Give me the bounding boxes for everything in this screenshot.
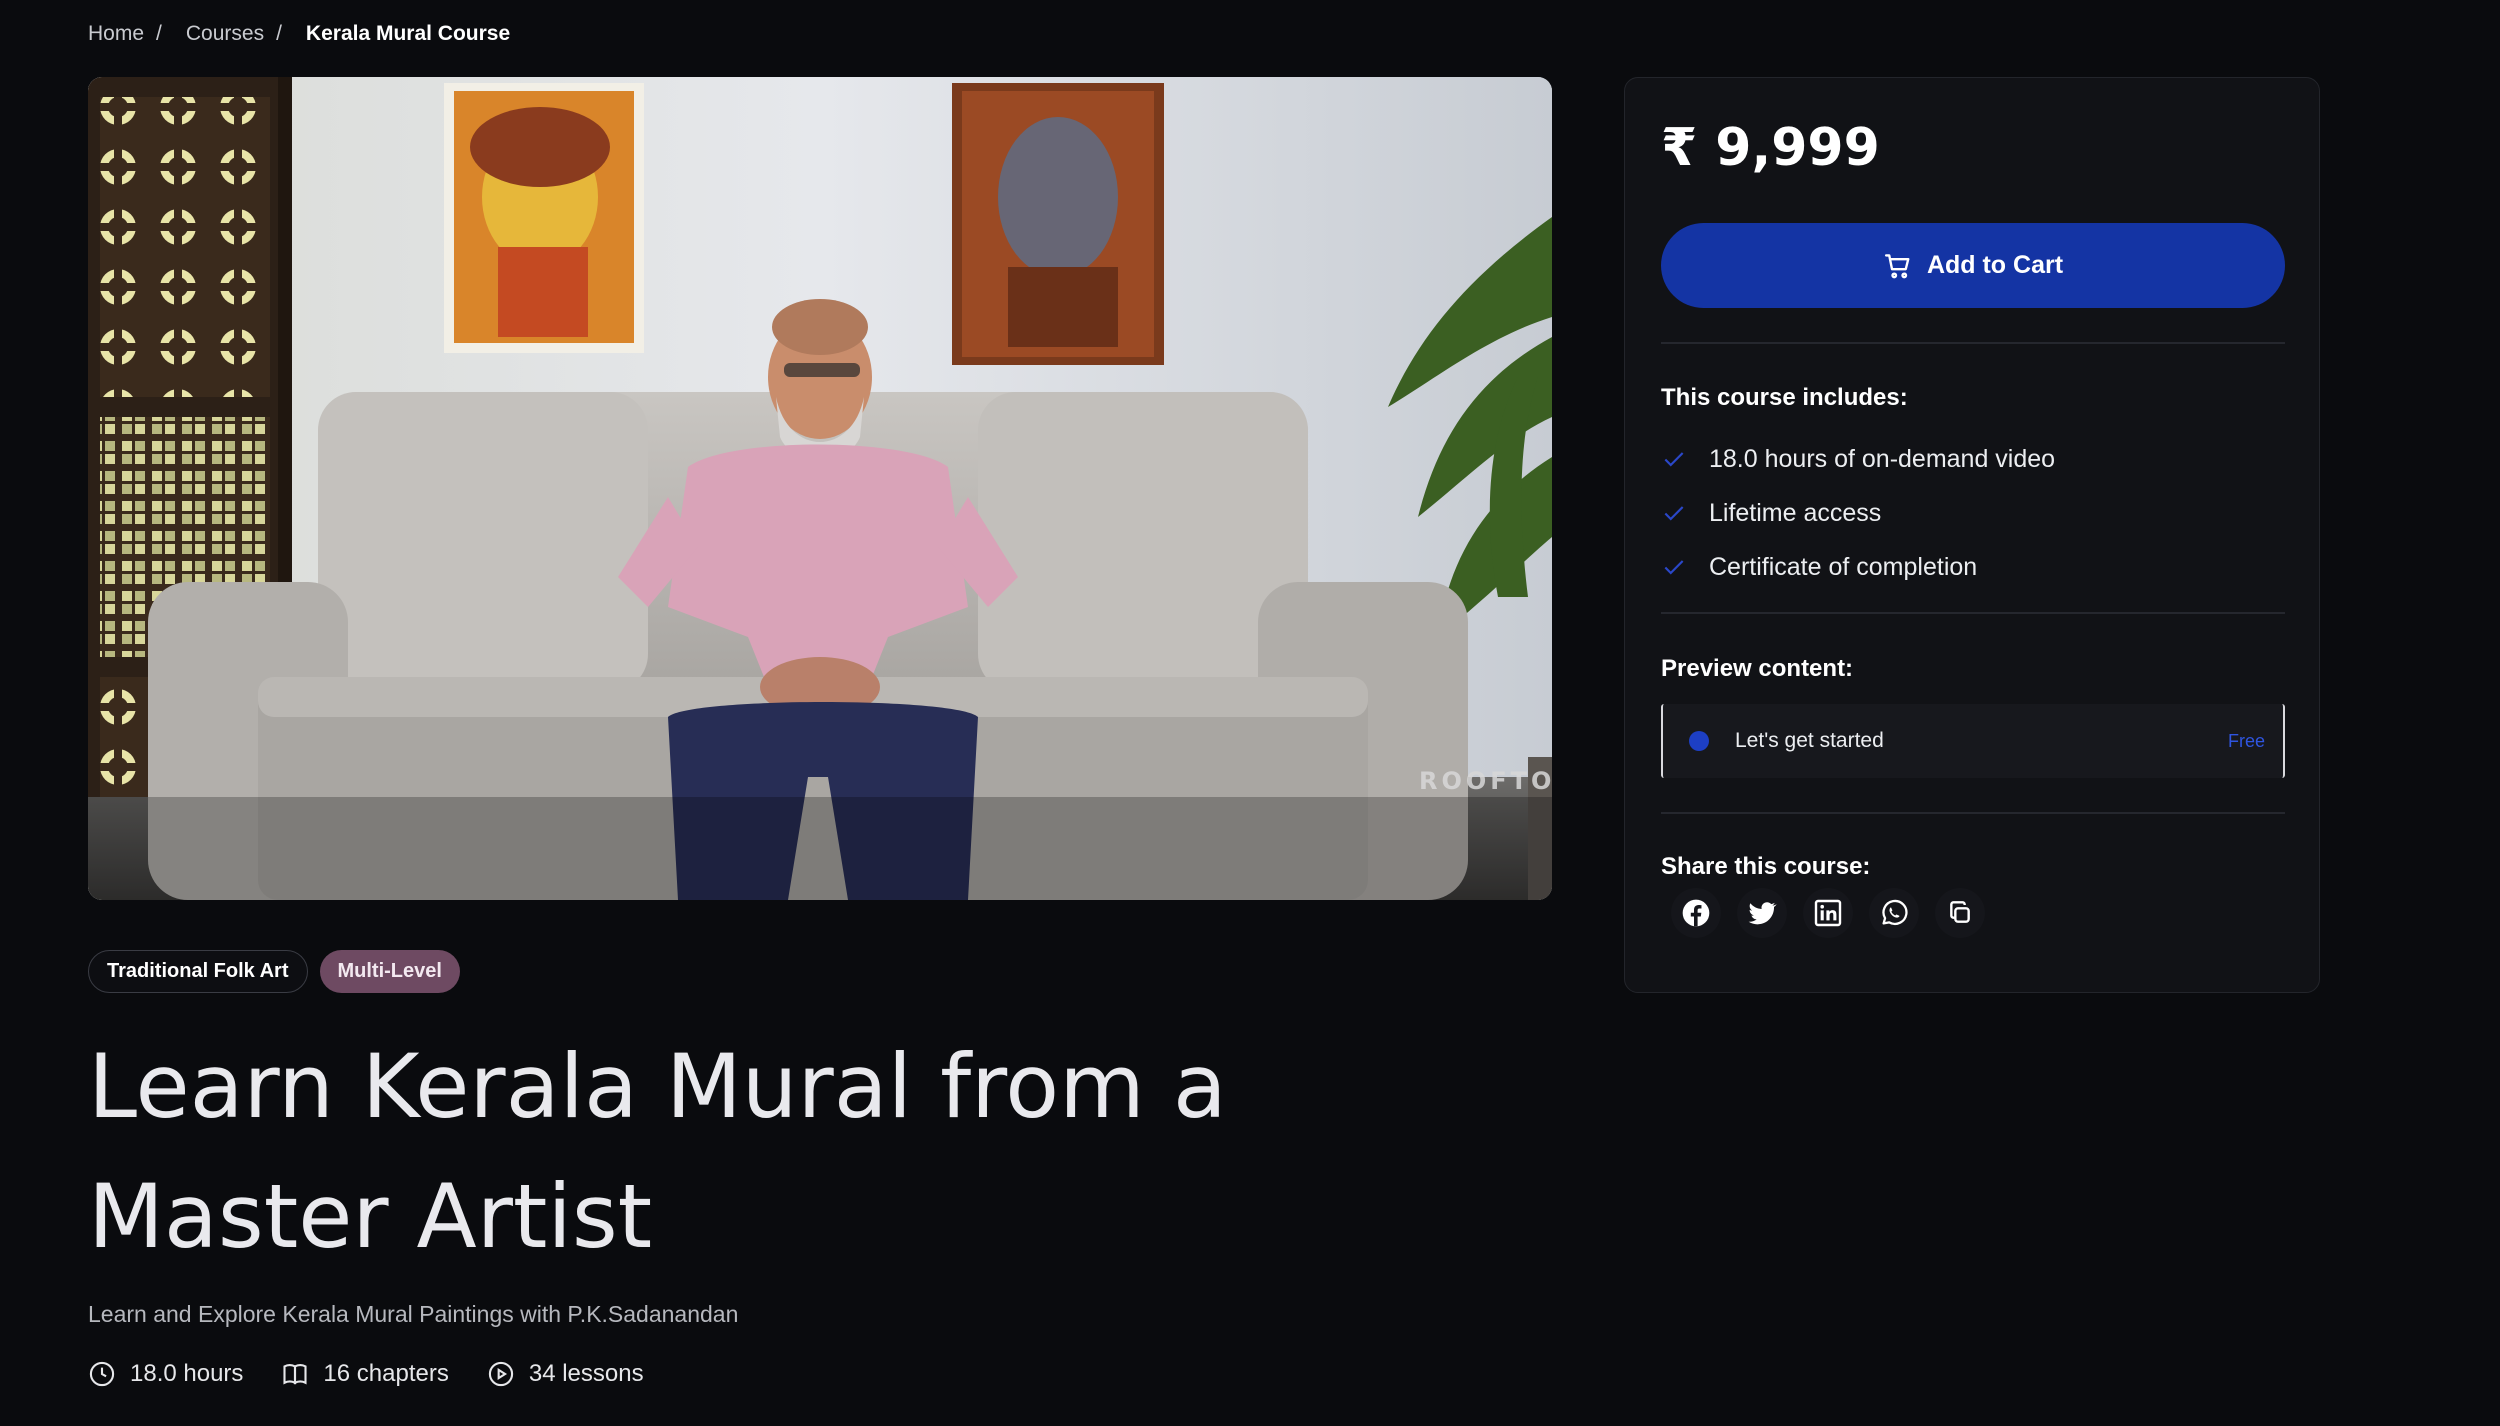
preview-heading: Preview content: xyxy=(1661,655,1854,682)
include-item: 18.0 hours of on-demand video xyxy=(1661,432,2055,486)
purchase-card: ₹ 9,999 Add to Cart This course includes… xyxy=(1624,77,2320,993)
breadcrumb-home[interactable]: Home xyxy=(88,22,144,46)
play-circle-icon xyxy=(488,1361,513,1387)
stat-hours: 18.0 hours xyxy=(88,1360,243,1388)
breadcrumb-current: Kerala Mural Course xyxy=(305,22,511,45)
stat-hours-label: 18.0 hours xyxy=(130,1360,244,1387)
category-tag[interactable]: Traditional Folk Art xyxy=(88,950,308,993)
divider xyxy=(1661,612,2285,614)
stat-lessons-label: 34 lessons xyxy=(528,1360,644,1387)
course-stats: 18.0 hours 16 chapters 34 lessons xyxy=(88,1360,644,1388)
preview-lesson-item[interactable]: Let's get started Free xyxy=(1661,704,2285,778)
include-item: Lifetime access xyxy=(1661,486,2055,540)
include-item: Certificate of completion xyxy=(1661,540,2055,594)
stat-chapters: 16 chapters xyxy=(281,1360,449,1388)
includes-heading: This course includes: xyxy=(1661,384,1908,411)
share-heading: Share this course: xyxy=(1661,853,1871,880)
check-icon xyxy=(1664,506,1684,521)
twitter-icon xyxy=(1748,902,1777,925)
course-title: Learn Kerala Mural from a Master Artist xyxy=(88,1035,1227,1268)
whatsapp-icon xyxy=(1882,899,1908,926)
facebook-icon xyxy=(1682,899,1710,927)
preview-lesson-title: Let's get started xyxy=(1735,729,1884,752)
linkedin-icon xyxy=(1814,899,1842,927)
stat-lessons: 34 lessons xyxy=(487,1360,644,1388)
divider xyxy=(1661,812,2285,814)
share-twitter-button[interactable] xyxy=(1737,888,1787,938)
course-tags: Traditional Folk Art Multi-Level xyxy=(88,950,460,993)
include-item-label: Certificate of completion xyxy=(1709,552,1978,581)
include-item-label: 18.0 hours of on-demand video xyxy=(1709,444,2056,473)
breadcrumb-separator: / xyxy=(276,22,282,45)
share-linkedin-button[interactable] xyxy=(1803,888,1853,938)
check-icon xyxy=(1664,452,1684,467)
add-to-cart-label: Add to Cart xyxy=(1926,251,2064,279)
lesson-dot-icon xyxy=(1689,731,1709,751)
book-icon xyxy=(283,1364,307,1385)
instructor-video-frame: ROOFTOP xyxy=(88,77,1552,900)
level-tag: Multi-Level xyxy=(319,950,460,993)
course-preview-video[interactable]: ROOFTOP xyxy=(88,77,1552,900)
breadcrumb-separator: / xyxy=(156,22,162,45)
share-facebook-button[interactable] xyxy=(1671,888,1721,938)
course-price: ₹ 9,999 xyxy=(1661,118,1880,178)
breadcrumb-courses[interactable]: Courses xyxy=(186,22,264,46)
stat-chapters-label: 16 chapters xyxy=(323,1360,449,1387)
copy-link-icon xyxy=(1950,901,1970,923)
cart-icon xyxy=(1884,253,1910,278)
copy-link-button[interactable] xyxy=(1935,888,1985,938)
check-icon xyxy=(1664,560,1684,575)
free-badge: Free xyxy=(2227,730,2265,751)
divider xyxy=(1661,342,2285,344)
add-to-cart-button[interactable]: Add to Cart xyxy=(1661,223,2285,308)
share-buttons xyxy=(1671,888,1985,938)
clock-icon xyxy=(89,1361,115,1387)
course-subtitle: Learn and Explore Kerala Mural Paintings… xyxy=(88,1301,739,1327)
includes-list: 18.0 hours of on-demand video Lifetime a… xyxy=(1661,432,2055,594)
include-item-label: Lifetime access xyxy=(1709,498,1882,527)
share-whatsapp-button[interactable] xyxy=(1869,888,1919,938)
video-watermark: ROOFTOP xyxy=(1419,767,1552,795)
breadcrumb: Home / Courses / Kerala Mural Course xyxy=(88,22,510,46)
